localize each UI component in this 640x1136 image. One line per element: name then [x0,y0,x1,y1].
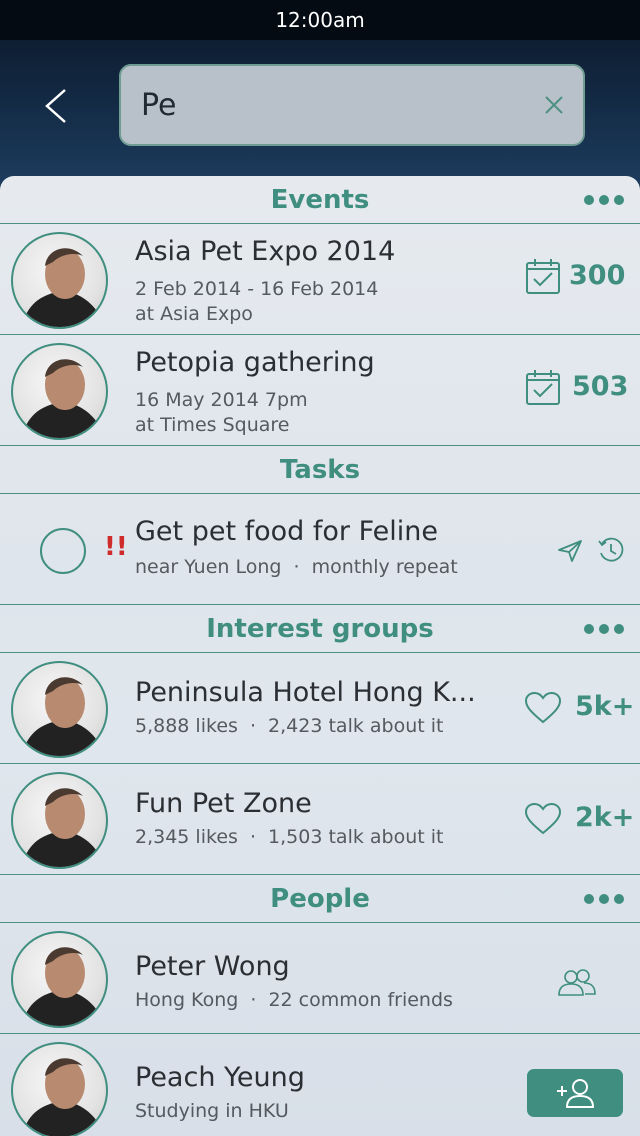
avatar-photo [21,677,103,756]
task-details: near Yuen Long · monthly repeat [135,556,458,578]
search-header [0,40,640,176]
section-header-interest-groups: Interest groups [0,605,640,653]
group-likes: 5,888 likes [135,715,238,737]
separator: · [293,556,300,578]
more-dots-icon [584,894,594,904]
group-row-fun-pet-zone[interactable]: Fun Pet Zone 2,345 likes · 1,503 talk ab… [0,764,640,875]
avatar [11,343,108,440]
event-row-petopia-gathering[interactable]: Petopia gathering 16 May 2014 7pm at Tim… [0,335,640,446]
event-location: at Asia Expo [135,303,253,325]
avatar [11,661,108,758]
attendee-count: 300 [569,260,626,291]
group-talk: 1,503 talk about it [268,826,444,848]
avatar-photo [21,359,103,438]
task-title: Get pet food for Feline [135,516,438,547]
heart-icon[interactable] [524,691,562,725]
avatar-photo [22,1058,102,1136]
group-row-peninsula-hotel[interactable]: Peninsula Hotel Hong K... 5,888 likes · … [0,653,640,764]
events-more-button[interactable] [584,190,624,210]
section-header-events: Events [0,176,640,224]
task-place: near Yuen Long [135,556,282,578]
heart-icon[interactable] [524,802,562,836]
search-box [119,64,585,146]
group-title: Peninsula Hotel Hong K... [135,677,476,708]
event-date: 2 Feb 2014 - 16 Feb 2014 [135,278,379,300]
search-input[interactable] [121,66,521,144]
group-talk: 2,423 talk about it [268,715,444,737]
group-title: Fun Pet Zone [135,788,312,819]
avatar [11,232,108,329]
back-button[interactable] [34,84,78,128]
person-details: Hong Kong · 22 common friends [135,989,453,1011]
task-complete-checkbox[interactable] [40,528,86,574]
likes-count: 5k+ [575,691,635,722]
avatar-photo [21,248,103,327]
section-title-tasks: Tasks [279,454,361,485]
priority-indicator: !! [104,532,128,562]
person-place: Hong Kong [135,989,239,1011]
history-icon[interactable] [597,536,625,564]
avatar [11,772,108,869]
section-header-tasks: Tasks [0,446,640,494]
more-dot [599,624,609,634]
friends-icon[interactable] [557,967,597,997]
people-more-button[interactable] [584,889,624,909]
person-row-peach-yeung[interactable]: Peach Yeung Studying in HKU [0,1034,640,1136]
calendar-check-icon [524,256,562,296]
chevron-left-icon [45,89,66,123]
interest-groups-more-button[interactable] [584,619,624,639]
more-dot [599,894,609,904]
person-name: Peter Wong [135,951,290,982]
person-row-peter-wong[interactable]: Peter Wong Hong Kong · 22 common friends [0,923,640,1034]
more-dot [614,624,624,634]
avatar-photo [21,788,103,867]
more-dot [599,195,609,205]
avatar-photo [21,947,103,1026]
add-friend-icon [557,1079,595,1108]
avatar [11,931,108,1028]
task-repeat: monthly repeat [311,556,458,578]
send-icon[interactable] [556,538,584,564]
more-dot [614,894,624,904]
group-stats: 2,345 likes · 1,503 talk about it [135,826,443,848]
calendar-check-icon [524,367,562,407]
event-date: 16 May 2014 7pm [135,389,308,411]
task-row[interactable]: !! Get pet food for Feline near Yuen Lon… [0,494,640,605]
status-time: 12:00am [275,8,365,32]
separator: · [249,826,256,848]
section-title-events: Events [270,184,370,215]
results-panel: Events Asia Pet Expo 2014 2 Feb 2014 - 1… [0,176,640,1136]
event-title: Asia Pet Expo 2014 [135,236,396,267]
more-dot [614,195,624,205]
section-title-interest-groups: Interest groups [206,613,434,644]
group-likes: 2,345 likes [135,826,238,848]
status-bar: 12:00am [0,0,640,40]
likes-count: 2k+ [575,802,635,833]
section-header-people: People [0,875,640,923]
clear-search-button[interactable] [541,92,567,118]
more-dots-icon [584,195,594,205]
person-name: Peach Yeung [135,1062,305,1093]
separator: · [249,715,256,737]
attendee-count: 503 [572,371,629,402]
separator: · [250,989,257,1011]
avatar [11,1042,108,1136]
add-friend-button[interactable] [527,1069,623,1117]
event-title: Petopia gathering [135,347,375,378]
person-info: Studying in HKU [135,1100,289,1122]
section-title-people: People [270,883,370,914]
event-row-asia-pet-expo[interactable]: Asia Pet Expo 2014 2 Feb 2014 - 16 Feb 2… [0,224,640,335]
common-friends: 22 common friends [268,989,453,1011]
close-icon [545,96,563,114]
more-dots-icon [584,624,594,634]
event-location: at Times Square [135,414,290,436]
group-stats: 5,888 likes · 2,423 talk about it [135,715,443,737]
